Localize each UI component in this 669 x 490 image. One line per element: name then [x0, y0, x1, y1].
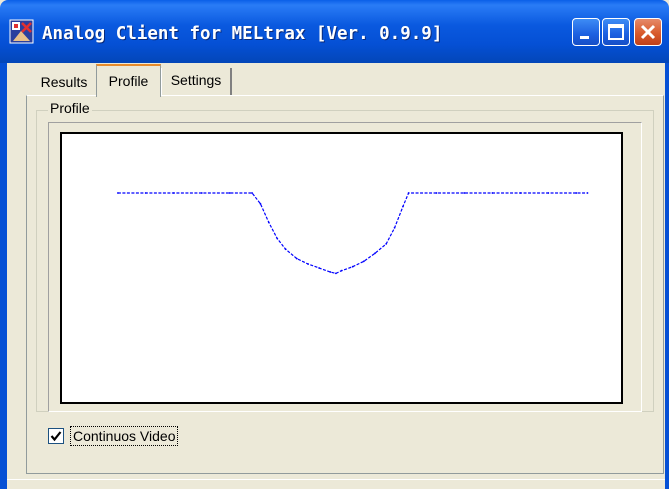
profile-point-21 — [402, 205, 404, 208]
app-icon — [9, 19, 34, 44]
profile-point-28 — [575, 192, 578, 194]
profile-point-13 — [329, 271, 332, 273]
window-border-right — [665, 63, 669, 489]
profile-point-16 — [351, 265, 354, 268]
close-button[interactable] — [634, 18, 662, 46]
profile-point-3 — [200, 192, 203, 194]
tab-profile[interactable]: Profile — [96, 64, 161, 97]
checkmark-icon — [50, 431, 62, 442]
profile-point-0 — [117, 192, 119, 194]
profile-point-9 — [284, 248, 287, 251]
profile-chart-svg — [117, 192, 589, 275]
profile-point-27 — [547, 192, 550, 194]
continuous-video-label[interactable]: Continuos Video — [69, 426, 179, 446]
window-title: Analog Client for MELtrax [Ver. 0.9.9] — [42, 24, 443, 44]
profile-point-19 — [385, 243, 388, 245]
profile-point-14 — [335, 272, 337, 275]
window-border-left — [0, 63, 7, 489]
profile-group-label: Profile — [48, 98, 92, 118]
title-bar[interactable]: Analog Client for MELtrax [Ver. 0.9.9] — [0, 0, 669, 63]
profile-point-6 — [259, 202, 262, 205]
profile-point-5 — [251, 192, 254, 194]
minimize-button[interactable] — [572, 18, 600, 46]
profile-trace-line — [117, 192, 588, 275]
profile-point-25 — [491, 192, 494, 194]
profile-point-18 — [374, 252, 376, 255]
profile-point-26 — [519, 192, 522, 194]
profile-point-11 — [307, 263, 309, 265]
profile-point-15 — [340, 269, 343, 272]
profile-point-4 — [228, 192, 231, 194]
profile-point-10 — [295, 257, 298, 260]
app-window: Analog Client for MELtrax [Ver. 0.9.9] R… — [0, 0, 669, 489]
profile-point-8 — [276, 237, 279, 240]
profile-chart — [60, 132, 623, 404]
maximize-icon — [608, 24, 624, 40]
profile-point-7 — [267, 221, 270, 224]
profile-point-24 — [463, 192, 466, 194]
profile-point-17 — [363, 260, 365, 263]
profile-point-12 — [318, 267, 320, 269]
maximize-button[interactable] — [602, 18, 630, 46]
minimize-icon — [580, 36, 589, 39]
continuous-video-checkbox[interactable] — [48, 428, 64, 444]
status-strip — [7, 479, 665, 490]
profile-point-1 — [144, 192, 147, 194]
profile-point-29 — [586, 192, 589, 194]
close-icon — [640, 24, 656, 40]
profile-point-23 — [435, 192, 438, 194]
profile-point-22 — [407, 192, 410, 194]
profile-point-20 — [393, 226, 396, 229]
profile-point-2 — [172, 192, 175, 194]
tab-settings[interactable]: Settings — [161, 68, 232, 95]
tab-results[interactable]: Results — [34, 70, 94, 95]
